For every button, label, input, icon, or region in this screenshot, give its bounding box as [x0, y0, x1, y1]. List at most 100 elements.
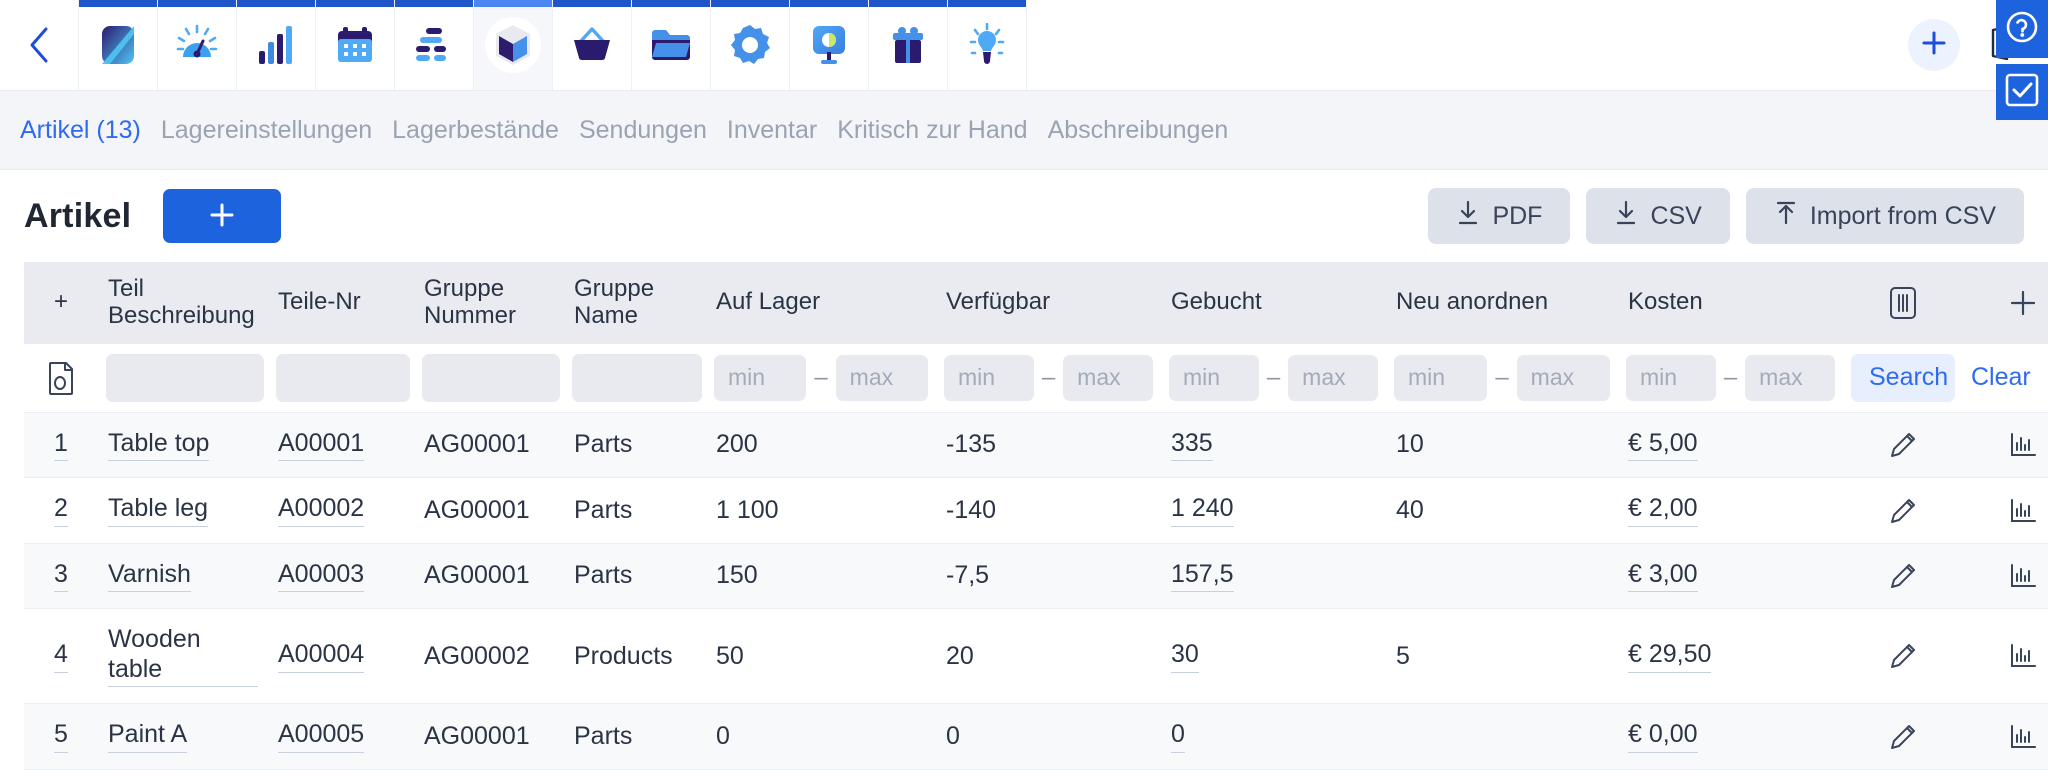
booked-link[interactable]: 335 [1171, 429, 1213, 462]
filter-group-name-input[interactable] [572, 354, 702, 402]
part-number-link[interactable]: A00001 [278, 429, 364, 462]
cell-description[interactable]: Wooden table [98, 609, 268, 704]
tab-artikel[interactable]: Artikel (13) [20, 116, 141, 145]
filter-booked-max[interactable] [1288, 355, 1378, 401]
app-icon-tasks[interactable] [395, 0, 474, 90]
filter-cost-max[interactable] [1745, 355, 1835, 401]
import-csv-button[interactable]: Import from CSV [1746, 188, 2024, 244]
search-button[interactable]: Search [1851, 354, 1955, 402]
header-booked[interactable]: Gebucht [1161, 262, 1386, 344]
app-icon-ideas[interactable] [948, 0, 1027, 90]
header-stock[interactable]: Auf Lager [706, 262, 936, 344]
cell-part-number[interactable]: A00001 [268, 412, 414, 478]
header-add-row[interactable] [1963, 262, 2048, 344]
filter-cost-min[interactable] [1626, 355, 1716, 401]
cell-description[interactable]: Paint A [98, 704, 268, 770]
cell-part-number[interactable]: A00005 [268, 704, 414, 770]
row-chart-cell[interactable] [1963, 478, 2048, 544]
filter-stock-min[interactable] [714, 355, 806, 401]
cell-description[interactable]: Table top [98, 412, 268, 478]
cell-booked[interactable]: 335 [1161, 412, 1386, 478]
part-number-link[interactable]: A00005 [278, 720, 364, 753]
filter-save-cell[interactable] [24, 344, 98, 413]
back-button[interactable] [0, 0, 78, 90]
header-reorder[interactable]: Neu anordnen [1386, 262, 1618, 344]
header-description[interactable]: Teil Beschreibung [98, 262, 268, 344]
filter-available-max[interactable] [1063, 355, 1153, 401]
header-add-column[interactable]: + [24, 262, 98, 344]
description-link[interactable]: Paint A [108, 720, 187, 753]
tab-lagereinstellungen[interactable]: Lagereinstellungen [161, 116, 372, 145]
tab-abschreibungen[interactable]: Abschreibungen [1048, 116, 1229, 145]
app-icon-settings[interactable] [711, 0, 790, 90]
filter-available-min[interactable] [944, 355, 1034, 401]
filter-booked-min[interactable] [1169, 355, 1259, 401]
booked-link[interactable]: 1 240 [1171, 494, 1234, 527]
cell-part-number[interactable]: A00004 [268, 609, 414, 704]
cell-cost[interactable]: € 2,00 [1618, 478, 1843, 544]
description-link[interactable]: Table leg [108, 494, 208, 527]
cell-booked[interactable]: 157,5 [1161, 543, 1386, 609]
help-button[interactable] [1996, 0, 2048, 58]
filter-description-input[interactable] [106, 354, 264, 402]
app-icon-presentation[interactable] [790, 0, 869, 90]
booked-link[interactable]: 30 [1171, 640, 1199, 673]
header-group-number[interactable]: Gruppe Nummer [414, 262, 564, 344]
cell-cost[interactable]: € 29,50 [1618, 609, 1843, 704]
table-row[interactable]: 4 Wooden table A00004 AG00002 Products 5… [24, 609, 2048, 704]
booked-link[interactable]: 0 [1171, 720, 1185, 753]
tab-lagerbestaende[interactable]: Lagerbestände [392, 116, 559, 145]
header-available[interactable]: Verfügbar [936, 262, 1161, 344]
header-group-name[interactable]: Gruppe Name [564, 262, 706, 344]
cost-link[interactable]: € 29,50 [1628, 640, 1711, 673]
filter-reorder-max[interactable] [1517, 355, 1610, 401]
row-chart-cell[interactable] [1963, 704, 2048, 770]
filter-reorder-min[interactable] [1394, 355, 1487, 401]
cell-booked[interactable]: 30 [1161, 609, 1386, 704]
row-edit-cell[interactable] [1843, 412, 1963, 478]
part-number-link[interactable]: A00003 [278, 560, 364, 593]
description-link[interactable]: Table top [108, 429, 209, 462]
row-edit-cell[interactable] [1843, 704, 1963, 770]
app-icon-gifts[interactable] [869, 0, 948, 90]
header-columns-config[interactable] [1843, 262, 1963, 344]
export-csv-button[interactable]: CSV [1586, 188, 1729, 244]
app-icon-reports[interactable] [237, 0, 316, 90]
row-edit-cell[interactable] [1843, 609, 1963, 704]
cost-link[interactable]: € 0,00 [1628, 720, 1698, 753]
part-number-link[interactable]: A00002 [278, 494, 364, 527]
filter-part-number-input[interactable] [276, 354, 410, 402]
tab-kritisch-zur-hand[interactable]: Kritisch zur Hand [837, 116, 1027, 145]
header-cost[interactable]: Kosten [1618, 262, 1843, 344]
clear-button[interactable]: Clear [1971, 363, 2031, 392]
tab-inventar[interactable]: Inventar [727, 116, 817, 145]
cell-cost[interactable]: € 5,00 [1618, 412, 1843, 478]
app-icon-dashboard[interactable] [78, 0, 158, 90]
app-icon-purchasing[interactable] [553, 0, 632, 90]
header-part-number[interactable]: Teile-Nr [268, 262, 414, 344]
part-number-link[interactable]: A00004 [278, 640, 364, 673]
table-row[interactable]: 2 Table leg A00002 AG00001 Parts 1 100 -… [24, 478, 2048, 544]
export-pdf-button[interactable]: PDF [1428, 188, 1570, 244]
cell-part-number[interactable]: A00003 [268, 543, 414, 609]
app-icon-documents[interactable] [632, 0, 711, 90]
cell-description[interactable]: Table leg [98, 478, 268, 544]
table-row[interactable]: 1 Table top A00001 AG00001 Parts 200 -13… [24, 412, 2048, 478]
tab-sendungen[interactable]: Sendungen [579, 116, 707, 145]
row-chart-cell[interactable] [1963, 609, 2048, 704]
add-article-button[interactable] [163, 189, 281, 243]
cell-booked[interactable]: 1 240 [1161, 478, 1386, 544]
cost-link[interactable]: € 2,00 [1628, 494, 1698, 527]
filter-group-number-input[interactable] [422, 354, 560, 402]
row-edit-cell[interactable] [1843, 478, 1963, 544]
cell-cost[interactable]: € 0,00 [1618, 704, 1843, 770]
cell-booked[interactable]: 0 [1161, 704, 1386, 770]
app-icon-inventory[interactable] [474, 0, 553, 90]
table-row[interactable]: 5 Paint A A00005 AG00001 Parts 0 0 0 € 0… [24, 704, 2048, 770]
confirm-button[interactable] [1996, 64, 2048, 120]
filter-stock-max[interactable] [836, 355, 928, 401]
app-icon-calendar[interactable] [316, 0, 395, 90]
cell-cost[interactable]: € 3,00 [1618, 543, 1843, 609]
app-icon-analytics[interactable] [158, 0, 237, 90]
row-chart-cell[interactable] [1963, 543, 2048, 609]
